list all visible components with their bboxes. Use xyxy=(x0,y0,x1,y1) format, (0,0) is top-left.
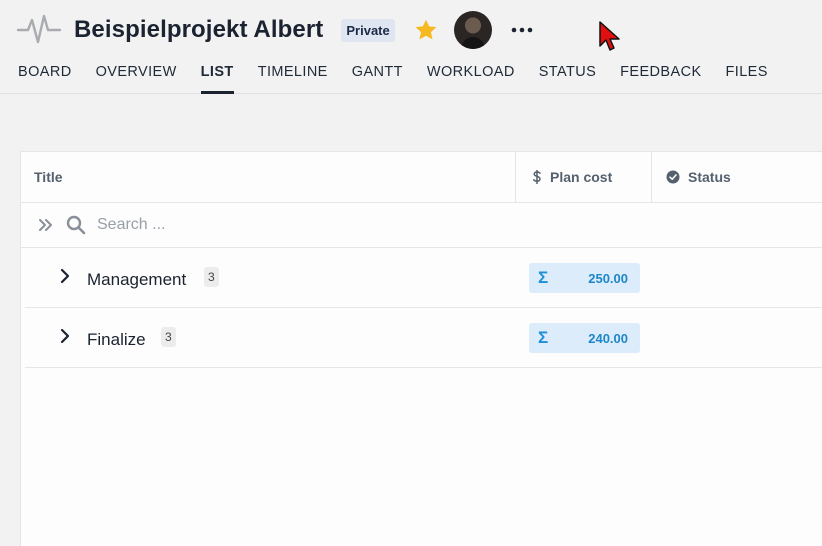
column-header-plan-cost[interactable]: Plan cost xyxy=(516,152,652,202)
tab-gantt[interactable]: GANTT xyxy=(352,60,403,94)
chevron-right-icon[interactable] xyxy=(59,266,75,286)
dollar-icon xyxy=(532,170,542,184)
project-title: Beispielprojekt Albert xyxy=(74,16,324,43)
group-row-finalize[interactable]: Finalize 3 Σ 240.00 xyxy=(21,308,822,368)
chevron-right-icon[interactable] xyxy=(59,326,75,346)
divider xyxy=(25,367,822,368)
view-tabs: BOARD OVERVIEW LIST TIMELINE GANTT WORKL… xyxy=(18,60,792,94)
column-header-status-label: Status xyxy=(688,169,731,185)
sum-icon: Σ xyxy=(538,268,549,287)
star-icon[interactable] xyxy=(413,17,439,43)
search-icon xyxy=(65,214,87,236)
group-row-management[interactable]: Management 3 Σ 250.00 xyxy=(21,248,822,308)
task-count-badge: 3 xyxy=(204,267,219,287)
column-header-status[interactable]: Status xyxy=(652,152,822,202)
visibility-badge[interactable]: Private xyxy=(341,18,395,42)
avatar[interactable] xyxy=(453,11,492,49)
plan-cost-value: 240.00 xyxy=(588,330,628,346)
tab-feedback[interactable]: FEEDBACK xyxy=(620,60,701,94)
check-circle-icon xyxy=(666,170,680,184)
search-input[interactable] xyxy=(97,216,397,234)
group-name[interactable]: Finalize xyxy=(87,330,146,350)
tab-board[interactable]: BOARD xyxy=(18,60,72,94)
project-header: Beispielprojekt Albert Private BOARD OVE… xyxy=(0,0,822,94)
tab-list[interactable]: LIST xyxy=(200,60,234,94)
more-icon[interactable] xyxy=(510,18,534,42)
tab-overview[interactable]: OVERVIEW xyxy=(96,60,177,94)
plan-cost-cell[interactable]: Σ 240.00 xyxy=(529,323,640,353)
plan-cost-value: 250.00 xyxy=(588,270,628,286)
mouse-cursor xyxy=(599,21,620,51)
search-row xyxy=(21,203,822,247)
column-header-title-label: Title xyxy=(34,169,63,185)
task-count-badge: 3 xyxy=(161,327,176,347)
sum-icon: Σ xyxy=(538,328,549,347)
group-name[interactable]: Management xyxy=(87,270,186,290)
tab-workload[interactable]: WORKLOAD xyxy=(427,60,515,94)
expand-all-icon[interactable] xyxy=(37,215,57,235)
column-header-title[interactable]: Title xyxy=(21,152,516,202)
tab-files[interactable]: FILES xyxy=(726,60,768,94)
title-row: Beispielprojekt Albert Private xyxy=(16,8,534,52)
plan-cost-cell[interactable]: Σ 250.00 xyxy=(529,263,640,293)
tab-timeline[interactable]: TIMELINE xyxy=(258,60,328,94)
column-header-plan-cost-label: Plan cost xyxy=(550,169,613,185)
activity-icon xyxy=(16,10,64,50)
tab-status[interactable]: STATUS xyxy=(539,60,596,94)
list-panel: Title Plan cost Status Search ... Manage… xyxy=(20,151,822,546)
